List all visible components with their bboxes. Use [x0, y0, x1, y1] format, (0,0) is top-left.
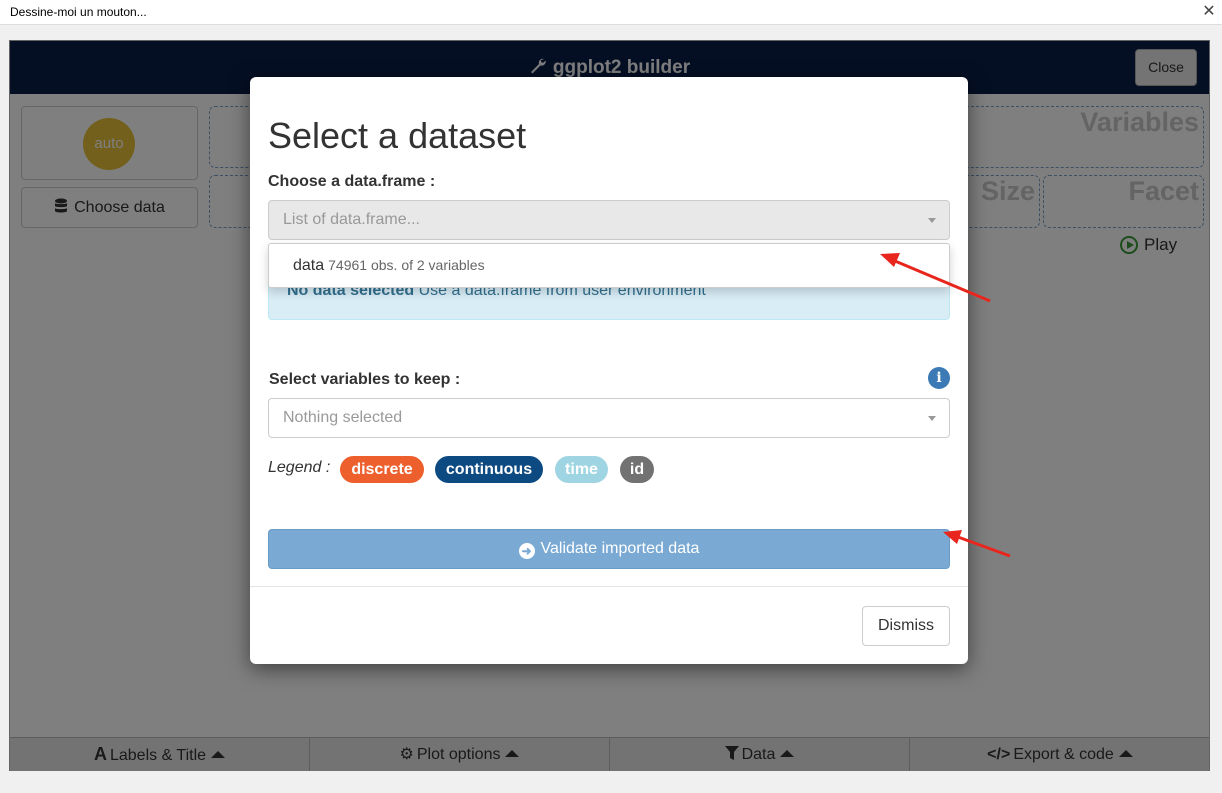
caret-down-icon [928, 218, 936, 223]
legend-label: Legend : [268, 459, 331, 476]
variables-select[interactable]: Nothing selected [268, 398, 950, 438]
validate-button[interactable]: ➜ Validate imported data [268, 529, 950, 569]
dataframe-placeholder: List of data.frame... [283, 211, 420, 228]
window-title: Dessine-moi un mouton... [10, 5, 147, 19]
option-name: data [293, 257, 325, 274]
option-detail: 74961 obs. of 2 variables [328, 257, 485, 273]
dataframe-dropdown-menu: data 74961 obs. of 2 variables [268, 243, 950, 288]
window-title-bar: Dessine-moi un mouton... [0, 0, 1222, 25]
badge-id: id [620, 456, 654, 483]
modal-title: Select a dataset [268, 115, 527, 156]
vars-label: Select variables to keep : [269, 371, 461, 388]
dismiss-button[interactable]: Dismiss [862, 606, 950, 646]
badge-continuous: continuous [435, 456, 543, 483]
validate-label: Validate imported data [540, 540, 700, 557]
arrow-circle-right-icon: ➜ [518, 543, 535, 559]
window-close-icon[interactable]: ✕ [1200, 2, 1218, 22]
dropdown-option-data[interactable]: data 74961 obs. of 2 variables [293, 257, 485, 274]
badge-discrete: discrete [340, 456, 424, 483]
select-dataset-modal: Select a dataset Choose a data.frame : L… [250, 77, 968, 664]
vars-placeholder: Nothing selected [283, 409, 403, 426]
badge-time: time [555, 456, 608, 483]
dataframe-label: Choose a data.frame : [268, 173, 436, 190]
caret-down-icon [928, 416, 936, 421]
modal-footer-divider [250, 586, 968, 587]
info-icon[interactable]: i [928, 367, 950, 389]
dataframe-select[interactable]: List of data.frame... [268, 200, 950, 240]
